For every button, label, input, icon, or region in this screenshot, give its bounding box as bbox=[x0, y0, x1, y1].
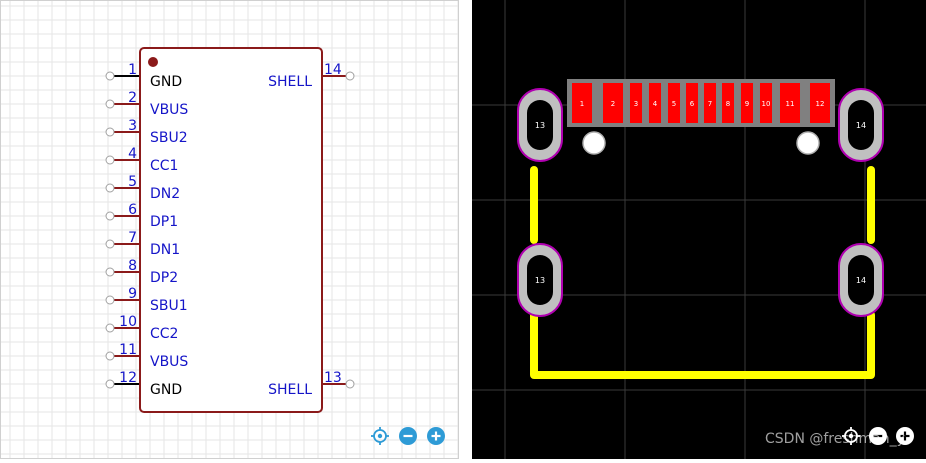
pin-number: 8 bbox=[128, 258, 137, 274]
schematic-panel[interactable]: 1 GND 2 VBUS 3 SBU2 4 CC1 5 DN2 6 DP1 7 DN1 8 DP2 9 SBU1 1… bbox=[0, 0, 459, 459]
pin-number: 4 bbox=[128, 146, 137, 162]
pin-name: SBU2 bbox=[150, 130, 188, 146]
pcb-zoom-out-button[interactable] bbox=[869, 427, 887, 445]
pin-name: SBU1 bbox=[150, 298, 188, 314]
pin-number: 6 bbox=[128, 202, 137, 218]
smd-pad-9[interactable]: 9 bbox=[741, 83, 753, 123]
pin-number: 9 bbox=[128, 286, 137, 302]
pcb-view-controls bbox=[842, 427, 914, 445]
smd-pad-10[interactable]: 10 bbox=[760, 83, 772, 123]
smd-pad-8[interactable]: 8 bbox=[722, 83, 734, 123]
plus-circle-icon bbox=[427, 427, 445, 445]
mount-pad-bottom-right[interactable]: 14 bbox=[838, 243, 884, 317]
mount-pad-top-right[interactable]: 14 bbox=[838, 88, 884, 162]
smd-pad-2[interactable]: 2 bbox=[603, 83, 623, 123]
pin-name: GND bbox=[150, 74, 182, 90]
pin-number: 14 bbox=[324, 62, 342, 78]
pcb-panel[interactable]: 1 2 3 4 5 6 7 8 9 10 11 12 13 14 13 14 bbox=[472, 0, 926, 459]
pad-label: 10 bbox=[762, 100, 771, 108]
pad-label: 14 bbox=[856, 276, 866, 285]
pin-number: 11 bbox=[119, 342, 137, 358]
pad-label: 9 bbox=[745, 100, 749, 108]
pin-number: 13 bbox=[324, 370, 342, 386]
schematic-canvas[interactable]: 1 GND 2 VBUS 3 SBU2 4 CC1 5 DN2 6 DP1 7 DN1 8 DP2 9 SBU1 1… bbox=[0, 0, 459, 459]
pad-label: 8 bbox=[726, 100, 730, 108]
mount-pad-top-left[interactable]: 13 bbox=[517, 88, 563, 162]
pad-label: 11 bbox=[786, 100, 795, 108]
smd-pad-5[interactable]: 5 bbox=[668, 83, 680, 123]
minus-circle-icon bbox=[399, 427, 417, 445]
pin-endpoint[interactable] bbox=[345, 379, 355, 389]
pad-label: 5 bbox=[672, 100, 676, 108]
pad-label: 4 bbox=[653, 100, 658, 108]
smd-pad-12[interactable]: 12 bbox=[810, 83, 830, 123]
pin-name: DN1 bbox=[150, 242, 180, 258]
pin-endpoint[interactable] bbox=[105, 183, 115, 193]
pin-endpoint[interactable] bbox=[105, 323, 115, 333]
pin-number: 5 bbox=[128, 174, 137, 190]
pin-endpoint[interactable] bbox=[105, 127, 115, 137]
pad-label: 2 bbox=[611, 100, 615, 108]
pin-endpoint[interactable] bbox=[105, 267, 115, 277]
mount-pad-bottom-left[interactable]: 13 bbox=[517, 243, 563, 317]
pin-name: CC2 bbox=[150, 326, 178, 342]
pad-label: 1 bbox=[580, 100, 584, 108]
pad-label: 7 bbox=[708, 100, 712, 108]
pin-endpoint[interactable] bbox=[345, 71, 355, 81]
pin-endpoint[interactable] bbox=[105, 71, 115, 81]
pin-endpoint[interactable] bbox=[105, 239, 115, 249]
plus-circle-icon bbox=[896, 427, 914, 445]
locating-hole bbox=[582, 131, 606, 155]
smd-pad-11[interactable]: 11 bbox=[780, 83, 800, 123]
pcb-zoom-in-button[interactable] bbox=[896, 427, 914, 445]
pin-name: SHELL bbox=[268, 382, 312, 398]
smd-pad-6[interactable]: 6 bbox=[686, 83, 698, 123]
pin-endpoint[interactable] bbox=[105, 211, 115, 221]
pad-label: 13 bbox=[535, 276, 545, 285]
pad-label: 6 bbox=[690, 100, 695, 108]
pin-endpoint[interactable] bbox=[105, 379, 115, 389]
pad-label: 3 bbox=[634, 100, 638, 108]
pin-name: DN2 bbox=[150, 186, 180, 202]
pin-number: 1 bbox=[128, 62, 137, 78]
pin-endpoint[interactable] bbox=[105, 155, 115, 165]
schematic-zoom-out-button[interactable] bbox=[399, 427, 417, 445]
pin-name: GND bbox=[150, 382, 182, 398]
pin-number: 10 bbox=[119, 314, 137, 330]
schematic-view-controls bbox=[371, 427, 445, 445]
pin-endpoint[interactable] bbox=[105, 99, 115, 109]
pin-name: VBUS bbox=[150, 102, 188, 118]
pcb-canvas[interactable]: 1 2 3 4 5 6 7 8 9 10 11 12 13 1413 14 bbox=[472, 0, 926, 459]
smd-pad-7[interactable]: 7 bbox=[704, 83, 716, 123]
pin-name: DP2 bbox=[150, 270, 178, 286]
pin-number: 2 bbox=[128, 90, 137, 106]
minus-circle-icon bbox=[869, 427, 887, 445]
pin-number: 3 bbox=[128, 118, 137, 134]
pin-name: SHELL bbox=[268, 74, 312, 90]
pad-label: 14 bbox=[856, 121, 866, 130]
pin-name: DP1 bbox=[150, 214, 178, 230]
pin-name: CC1 bbox=[150, 158, 178, 174]
locating-hole bbox=[796, 131, 820, 155]
smd-pad-1[interactable]: 1 bbox=[572, 83, 592, 123]
pin-name: VBUS bbox=[150, 354, 188, 370]
pin-number: 12 bbox=[119, 370, 137, 386]
pin-number: 7 bbox=[128, 230, 137, 246]
pad-label: 12 bbox=[816, 100, 825, 108]
pad-label: 13 bbox=[535, 121, 545, 130]
pin1-indicator bbox=[148, 57, 158, 67]
pin-endpoint[interactable] bbox=[105, 295, 115, 305]
smd-pad-4[interactable]: 4 bbox=[649, 83, 661, 123]
smd-pad-3[interactable]: 3 bbox=[630, 83, 642, 123]
schematic-zoom-in-button[interactable] bbox=[427, 427, 445, 445]
pin-endpoint[interactable] bbox=[105, 351, 115, 361]
